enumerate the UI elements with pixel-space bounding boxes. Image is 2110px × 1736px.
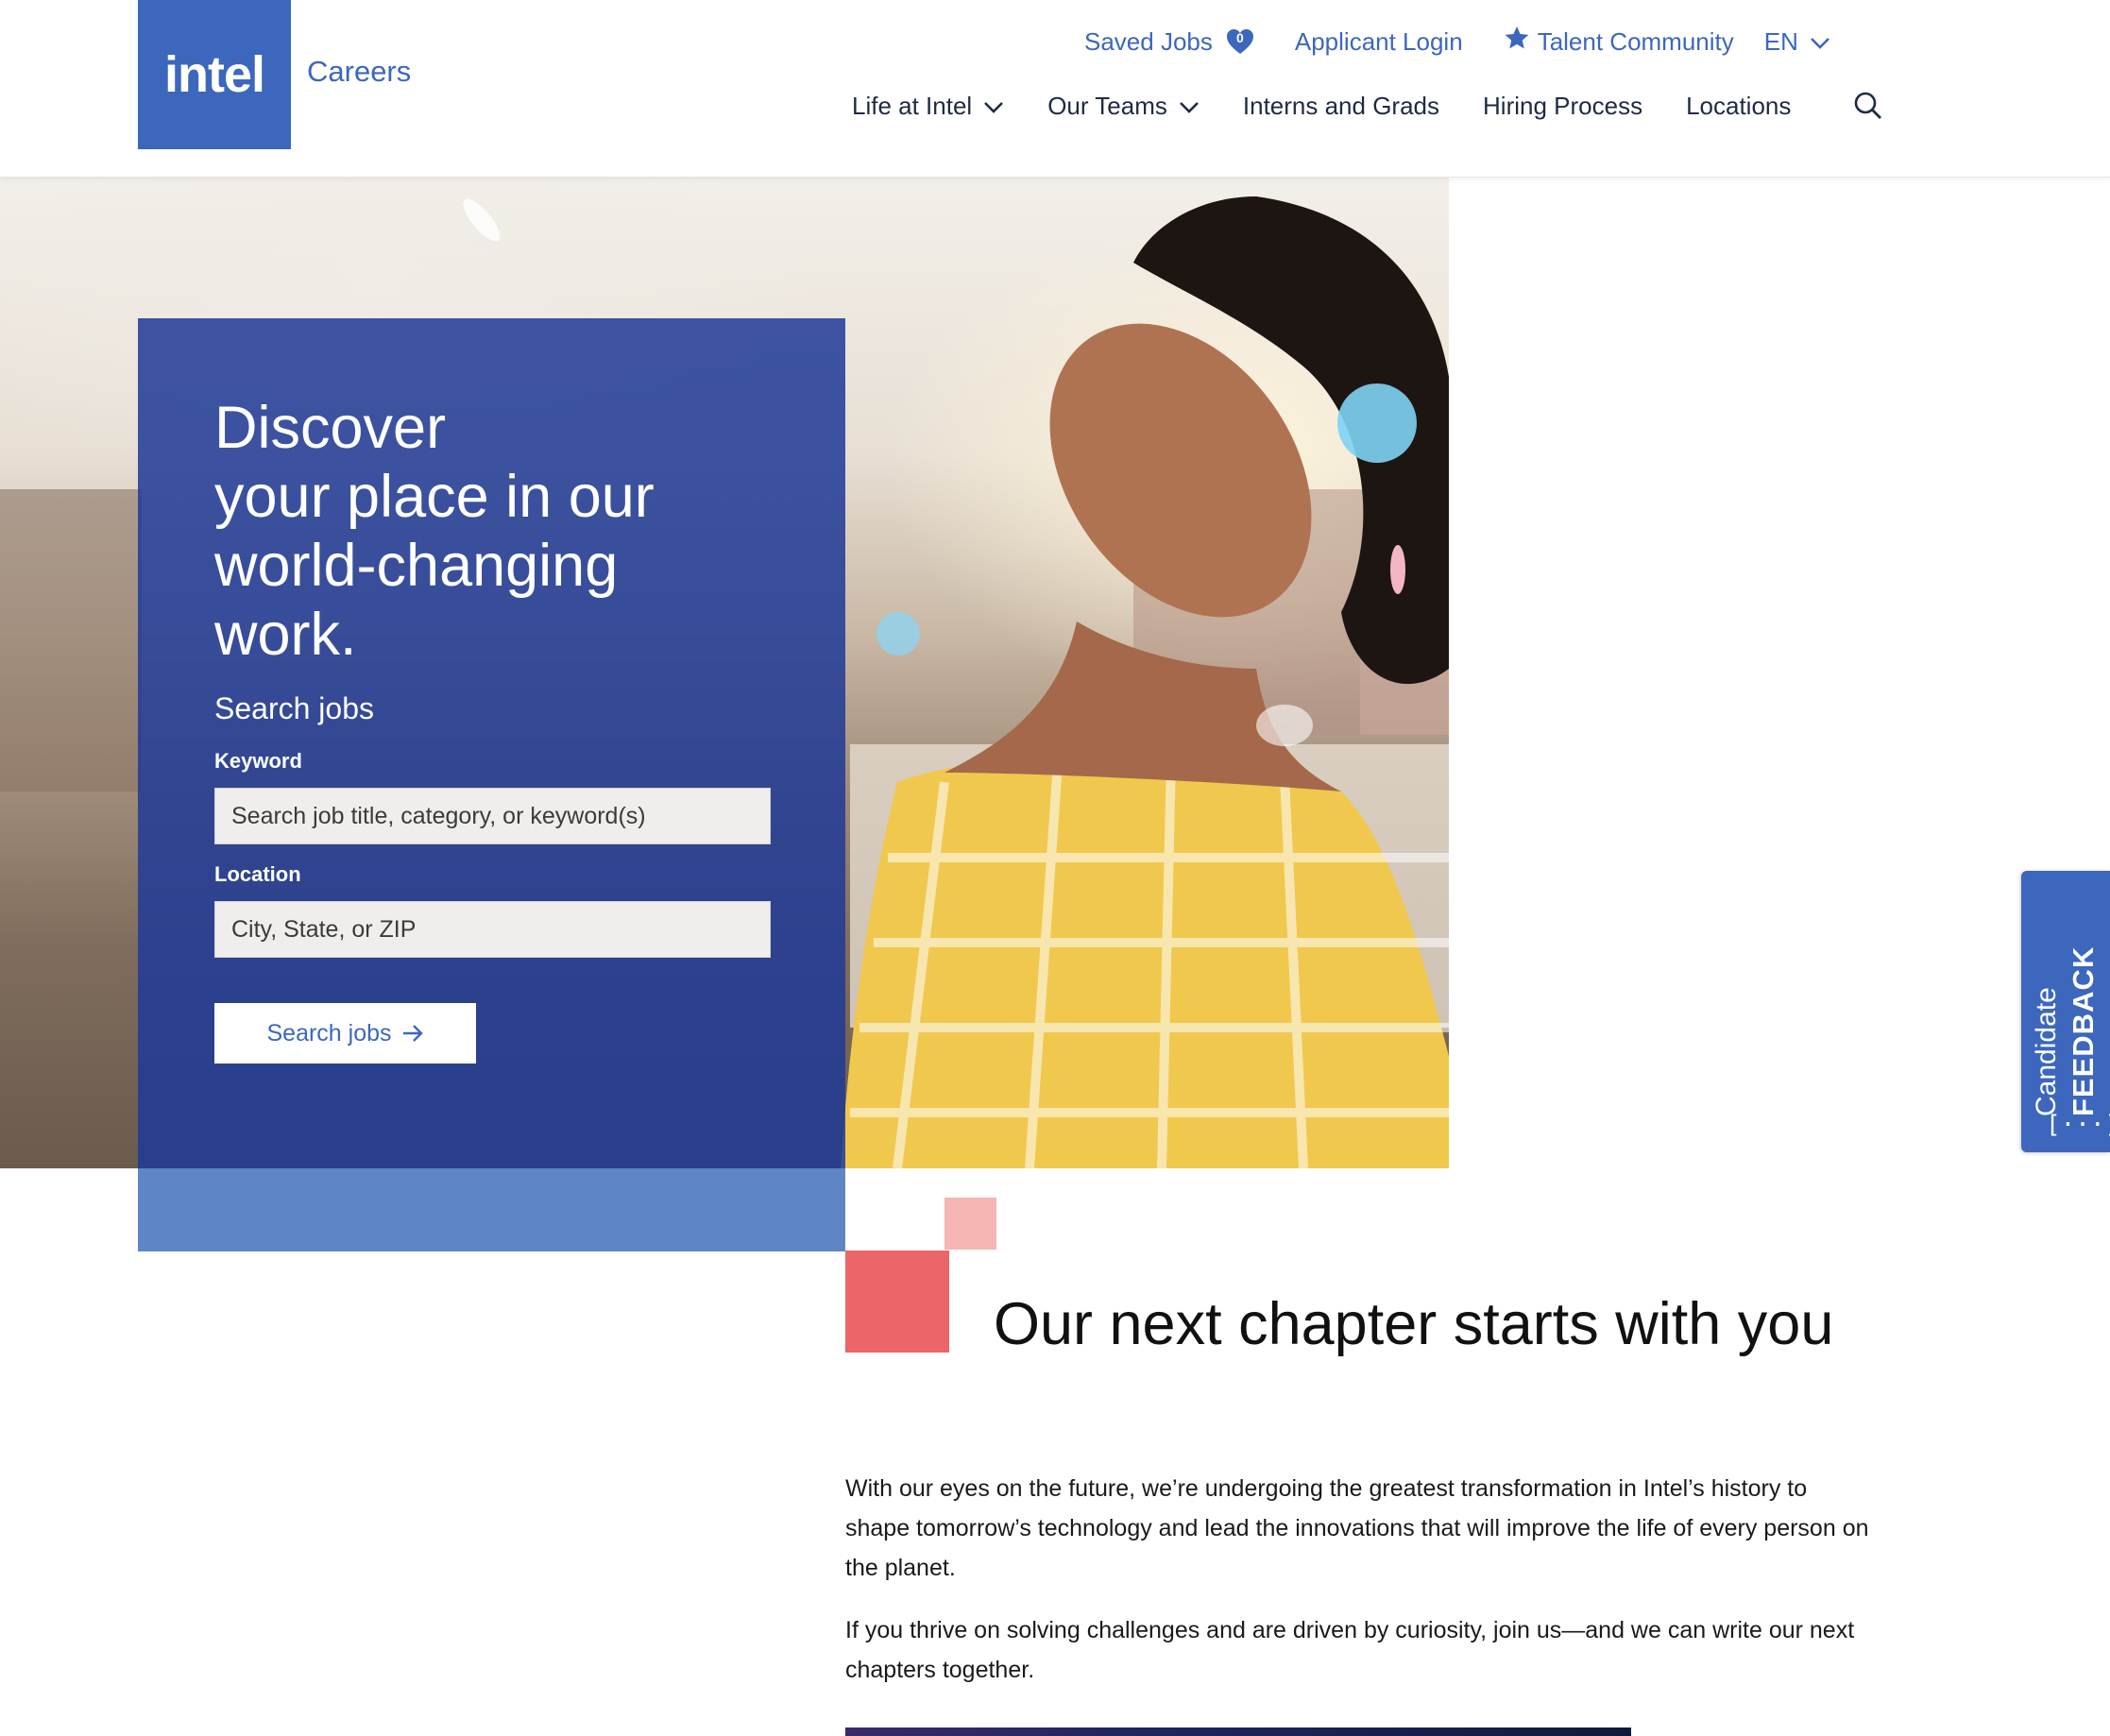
headline-line-2: your place in our <box>214 464 655 530</box>
nav-life-at-intel-label: Life at Intel <box>852 91 973 120</box>
search-jobs-title: Search jobs <box>214 691 374 725</box>
search-jobs-button[interactable]: Search jobs <box>214 1003 476 1064</box>
nav-life-at-intel[interactable]: Life at Intel <box>852 92 1004 121</box>
nav-our-teams-label: Our Teams <box>1047 91 1167 120</box>
main-nav: Life at Intel Our Teams Interns and Grad… <box>852 87 1791 125</box>
careers-label[interactable]: Careers <box>307 55 411 89</box>
saved-jobs-label: Saved Jobs <box>1084 26 1213 56</box>
search-jobs-button-label: Search jobs <box>266 1019 392 1047</box>
intro-paragraph-1: With our eyes on the future, we’re under… <box>845 1475 1869 1581</box>
language-selector[interactable]: EN <box>1764 27 1830 57</box>
hero-headline: Discover your place in our world-changin… <box>214 394 743 670</box>
applicant-login-link[interactable]: Applicant Login <box>1295 27 1463 57</box>
feedback-line-2: FEEDBACK <box>2067 945 2100 1116</box>
nav-hiring-process[interactable]: Hiring Process <box>1483 92 1642 121</box>
talent-community-link[interactable]: Talent Community <box>1504 26 1734 58</box>
saved-jobs-link[interactable]: Saved Jobs 0 <box>1084 27 1254 57</box>
search-icon[interactable] <box>1853 91 1883 126</box>
panel-accent-block <box>138 1168 845 1251</box>
keyword-label: Keyword <box>214 749 302 773</box>
language-label: EN <box>1763 26 1798 56</box>
nav-interns-and-grads[interactable]: Interns and Grads <box>1243 92 1439 121</box>
keyword-input[interactable] <box>214 788 771 844</box>
intel-logo[interactable]: intel <box>138 0 291 149</box>
heart-icon: 0 <box>1226 28 1254 55</box>
decorative-square-light <box>944 1198 996 1250</box>
location-label: Location <box>214 862 301 886</box>
job-search-panel: Discover your place in our world-changin… <box>138 318 845 1168</box>
arrow-right-icon <box>402 1025 423 1042</box>
chevron-down-icon <box>1810 27 1830 57</box>
utility-nav: Saved Jobs 0 Applicant Login Talent Comm… <box>1084 23 1830 60</box>
logo-wordmark: intel <box>163 46 265 103</box>
nav-our-teams[interactable]: Our Teams <box>1047 92 1200 121</box>
feedback-line-1: Candidate <box>2031 987 2062 1116</box>
candidate-feedback-tab[interactable]: Candidate FEEDBACK [···] <box>2021 871 2110 1152</box>
hero-corner-cutout <box>1449 1078 2025 1168</box>
section-title: Our next chapter starts with you <box>994 1291 1834 1357</box>
decorative-square-dark <box>845 1251 949 1353</box>
feedback-icon: [···] <box>2046 1111 2110 1139</box>
intro-paragraph-2: If you thrive on solving challenges and … <box>845 1617 1855 1683</box>
saved-jobs-count: 0 <box>1235 30 1244 45</box>
headline-line-1: Discover <box>214 395 447 461</box>
chevron-down-icon <box>983 92 1004 121</box>
headline-line-4: work. <box>214 602 357 668</box>
video-preview[interactable] <box>845 1727 1631 1736</box>
feedback-text: Candidate FEEDBACK <box>2029 890 2102 1116</box>
site-header: intel Careers Saved Jobs 0 Applicant Log… <box>0 0 2110 178</box>
nav-locations[interactable]: Locations <box>1686 92 1791 121</box>
star-icon <box>1504 26 1530 58</box>
talent-community-label: Talent Community <box>1537 26 1734 56</box>
location-input[interactable] <box>214 901 771 958</box>
chevron-down-icon <box>1179 92 1200 121</box>
headline-line-3: world-changing <box>214 533 619 599</box>
